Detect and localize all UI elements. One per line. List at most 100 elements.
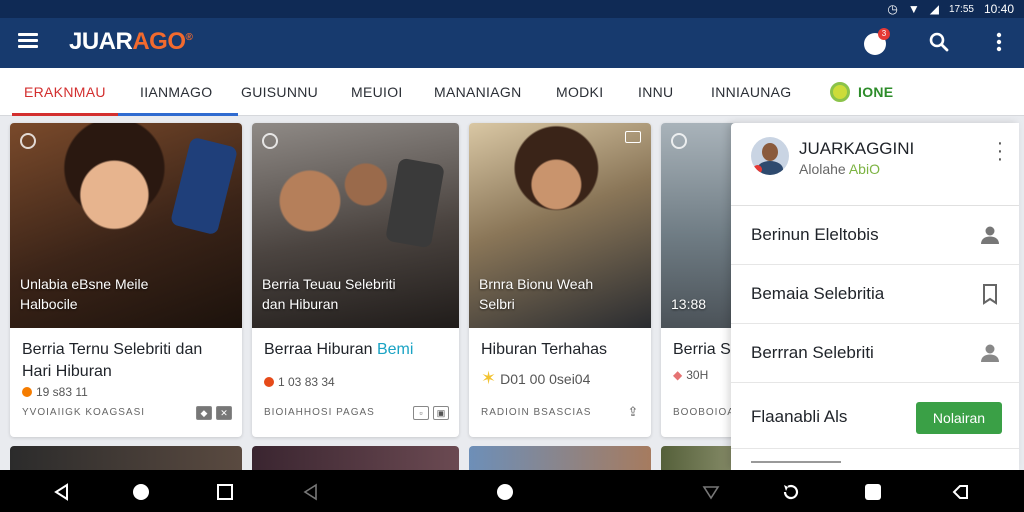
profile-header[interactable]: JUARKAGGINI Alolahe AbiO · · · (731, 123, 1019, 206)
play-icon (671, 133, 687, 149)
close-icon[interactable]: ✕ (216, 406, 232, 420)
app-bar: JUARAGO® 3 (0, 18, 1024, 68)
status-time-small: 17:55 (948, 3, 974, 15)
profile-name: JUARKAGGINI (799, 139, 915, 158)
profile-sub: Alolahe AbiO (799, 161, 880, 177)
profile-sub-accent: AbiO (848, 161, 880, 177)
tab-3[interactable]: MEUIOI (351, 68, 403, 116)
recents-icon[interactable] (214, 481, 236, 503)
card-2-title: Berraa Hiburan Bemi (264, 339, 449, 361)
card-4-overlay: 13:88 (671, 294, 706, 314)
star-icon: ✶ (481, 368, 497, 388)
thumbnail-row-4[interactable] (661, 446, 741, 470)
search-icon[interactable] (925, 28, 953, 56)
thumbnail-row-3[interactable] (469, 446, 651, 470)
alarm-icon: ◷ (887, 2, 898, 16)
tab-5[interactable]: MODKI (556, 68, 603, 116)
person-icon (981, 344, 999, 362)
gallery-icon (625, 131, 641, 143)
card-3-overlay-line2: Selbri (479, 296, 515, 312)
status-time: 10:40 (983, 2, 1014, 16)
card-1-overlay-line2: Halbocile (20, 296, 78, 312)
share-icon[interactable]: ⇪ (625, 405, 641, 420)
thumbnail-row-1[interactable] (10, 446, 242, 470)
panel-item-1-label: Bemaia Selebritia (751, 284, 885, 303)
panel-item-1[interactable]: Bemaia Selebritia (731, 265, 1019, 324)
card-1-overlay: Unlabia eBsne Meile Halbocile (20, 274, 148, 314)
tab-7[interactable]: INNIAUNAG (711, 68, 792, 116)
panel-item-3[interactable]: Flaanabli Als Nolairan (731, 385, 1019, 449)
play-icon (20, 133, 36, 149)
profile-sub-plain: Alolahe (799, 161, 849, 177)
app-logo[interactable]: JUARAGO® (69, 28, 193, 56)
more-vert-icon[interactable] (985, 28, 1013, 56)
news-card-4[interactable]: 13:88 Berria S ◆ 30H BOOBOIOAS (661, 123, 741, 437)
card-2-overlay-line2: dan Hiburan (262, 296, 339, 312)
card-3-overlay-line1: Brnra Bionu Weah (479, 276, 594, 292)
panel-item-2-label: Berrran Selebriti (751, 343, 874, 362)
card-1-title-line2: Hari Hiburan (22, 363, 112, 380)
dropdown-icon[interactable] (700, 481, 722, 503)
side-panel: JUARKAGGINI Alolahe AbiO · · · Berinun Ele… (731, 123, 1019, 470)
card-2-actions: ▫ ▣ (413, 406, 449, 420)
home-icon[interactable] (130, 481, 152, 503)
card-2-photo: Berria Teuau Selebriti dan Hiburan (252, 123, 459, 328)
signal-icon: ◢ (929, 2, 939, 16)
follow-button[interactable]: Nolairan (916, 402, 1002, 434)
card-4-meta: ◆ 30H (673, 368, 708, 382)
card-2-overlay-line1: Berria Teuau Selebriti (262, 276, 396, 292)
card-3-source: RADIOIN BSASCIAS (481, 407, 592, 418)
bookmark-icon[interactable]: ▫ (413, 406, 429, 420)
panel-item-0-label: Berinun Eleltobis (751, 225, 879, 244)
card-3-title: Hiburan Terhahas (481, 341, 608, 358)
panel-item-3-label: Flaanabli Als (751, 407, 848, 426)
tab-6[interactable]: INNU (638, 68, 673, 116)
back-icon-secondary[interactable] (300, 481, 322, 503)
card-3-meta: ✶ D01 00 0sei04 (481, 368, 590, 389)
phone-image (385, 157, 445, 249)
thumbnail-row-2[interactable] (252, 446, 459, 470)
image-icon[interactable]: ▣ (433, 406, 449, 420)
person-icon (981, 226, 999, 244)
card-3-photo: Brnra Bionu Weah Selbri (469, 123, 651, 328)
card-1-meta: 19 s83 11 (22, 385, 88, 399)
notification-badge: 3 (878, 28, 890, 40)
tab-2[interactable]: GUISUNNU (241, 68, 318, 116)
card-4-photo: 13:88 (661, 123, 741, 328)
meta-dot-icon (264, 377, 274, 387)
panel-item-0[interactable]: Berinun Eleltobis (731, 206, 1019, 265)
tab-live[interactable]: IONE (830, 68, 893, 116)
registered-mark: ® (185, 32, 193, 43)
back-icon-tertiary[interactable] (950, 481, 972, 503)
card-4-meta-text: 30H (686, 368, 709, 382)
tab-0[interactable]: ERAKNMAU (12, 68, 124, 116)
tag-icon: ◆ (673, 368, 683, 382)
tab-1[interactable]: IIANMAGO (117, 68, 239, 116)
card-1-photo: Unlabia eBsne Meile Halbocile (10, 123, 242, 328)
wifi-icon: ▼ (907, 2, 920, 16)
recents-icon-filled[interactable] (862, 481, 884, 503)
card-1-title: Berria Ternu Selebriti dan Hari Hiburan (22, 339, 232, 383)
category-tabs: ERAKNMAU IIANMAGO GUISUNNU MEUIOI MANANI… (0, 68, 1024, 116)
logo-accent: AGO (132, 28, 186, 55)
news-card-3[interactable]: Brnra Bionu Weah Selbri Hiburan Terhahas… (469, 123, 651, 437)
card-2-overlay: Berria Teuau Selebriti dan Hiburan (262, 274, 396, 314)
notification-button[interactable]: 3 (862, 28, 890, 56)
meta-dot-icon (22, 387, 32, 397)
card-4-overlay-line1: 13:88 (671, 296, 707, 312)
back-icon[interactable] (51, 481, 73, 503)
card-2-meta: 1 03 83 34 (264, 375, 335, 389)
home-icon-secondary[interactable] (494, 481, 516, 503)
news-card-2[interactable]: Berria Teuau Selebriti dan Hiburan Berra… (252, 123, 459, 437)
tab-4[interactable]: MANANIAGN (434, 68, 522, 116)
panel-item-2[interactable]: Berrran Selebriti (731, 324, 1019, 383)
phone-image (169, 136, 239, 236)
status-bar: ◷ ▼ ◢ 17:55 10:40 (0, 0, 1024, 18)
share-icon[interactable]: ◆ (196, 406, 212, 420)
live-icon (830, 82, 850, 102)
news-card-1[interactable]: Unlabia eBsne Meile Halbocile Berria Ter… (10, 123, 242, 437)
rotate-icon[interactable] (780, 481, 802, 503)
menu-icon[interactable] (16, 30, 40, 54)
more-vert-icon[interactable]: · · · (995, 133, 1005, 169)
next-item-peek (751, 461, 841, 467)
